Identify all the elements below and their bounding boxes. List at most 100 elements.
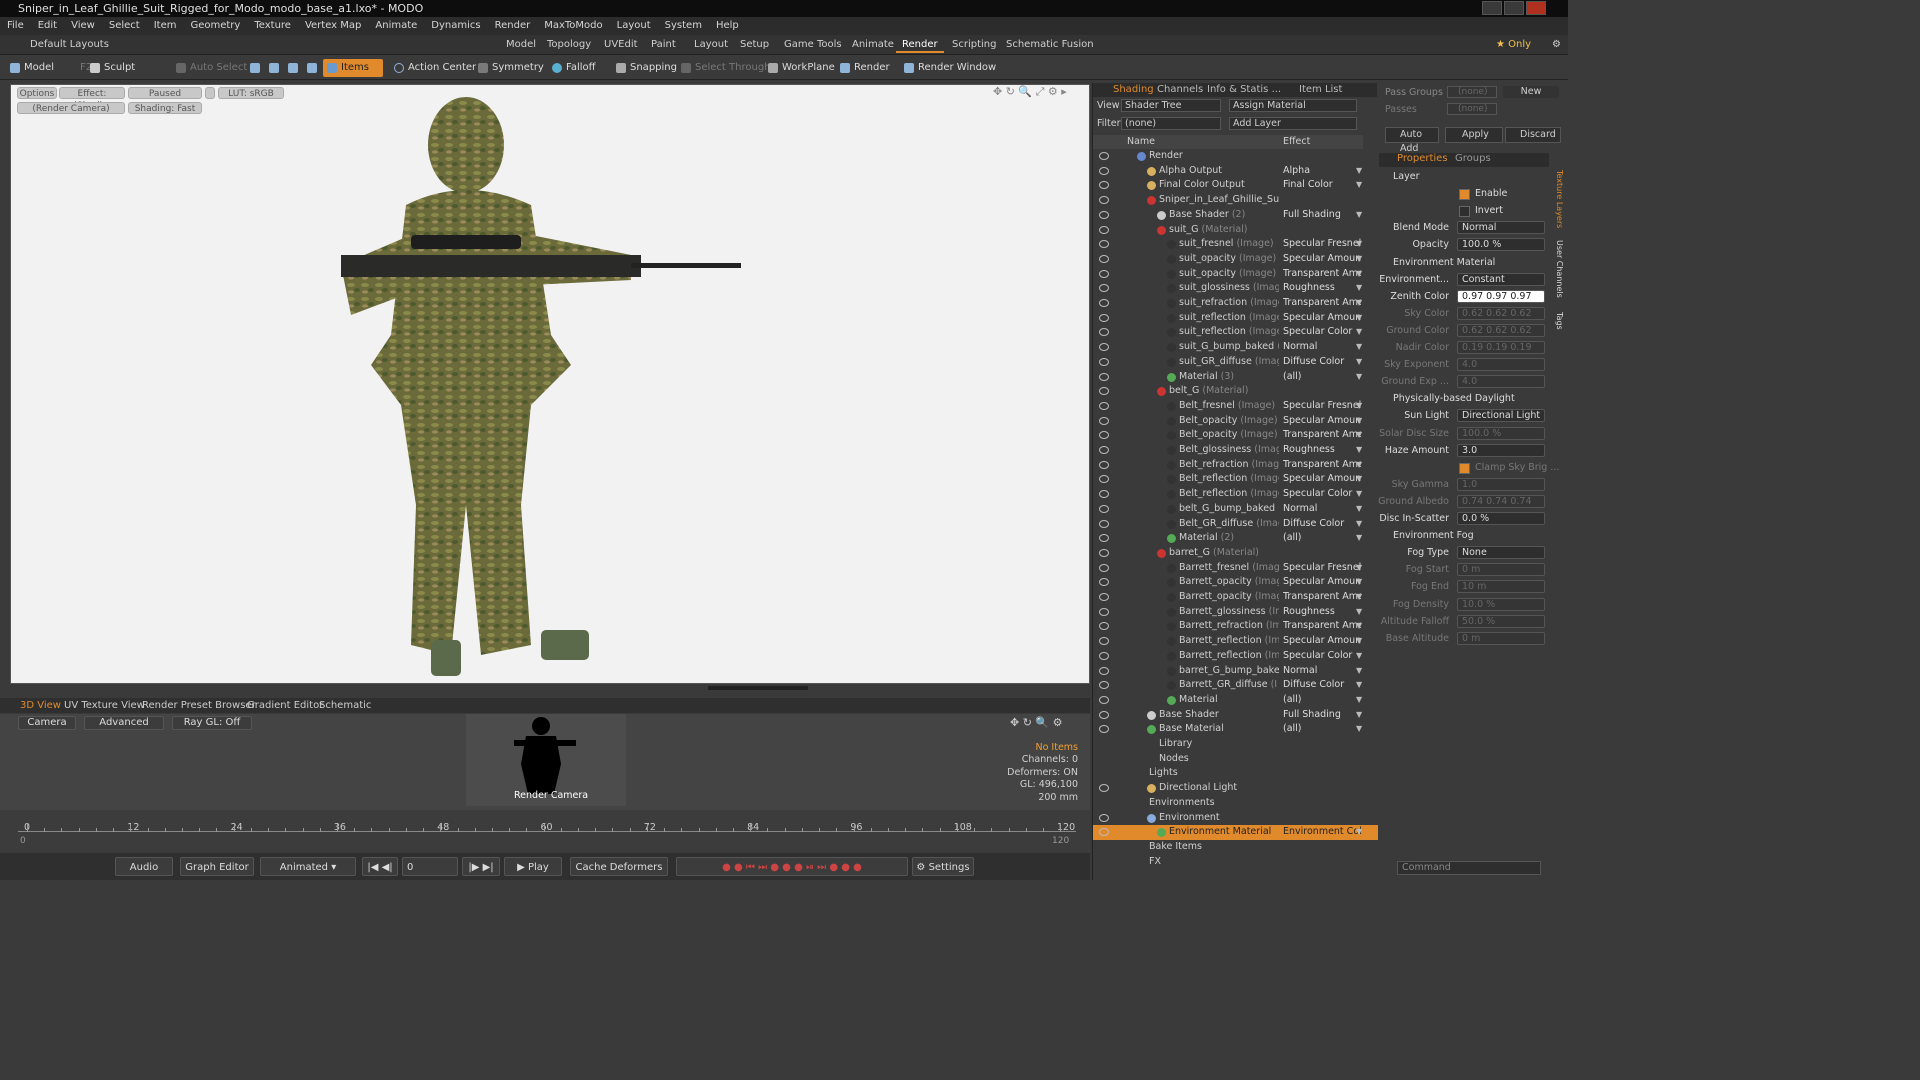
layer-effect[interactable]: Specular Amount [1283, 634, 1361, 649]
passes-dropdown[interactable]: (none) [1447, 103, 1497, 115]
material-mode-icon[interactable] [303, 59, 321, 77]
visibility-eye-icon[interactable] [1099, 813, 1109, 822]
shader-tree-row[interactable]: suit_opacity (Image) Transparent Amo ...▼ [1093, 267, 1378, 282]
effect-dropdown-icon[interactable]: ▼ [1356, 619, 1362, 634]
shader-tree-row[interactable]: Barrett_opacity (Image) Transparent Amo .… [1093, 590, 1378, 605]
close-button[interactable] [1526, 1, 1546, 15]
shader-tree-row[interactable]: Barrett_glossiness (Im ... Roughness▼ [1093, 605, 1378, 620]
shader-tree-row[interactable]: Environments [1093, 796, 1378, 811]
shader-tree-row[interactable]: suit_refraction (Image) Transparent Amo .… [1093, 296, 1378, 311]
only-toggle[interactable]: ★ Only [1490, 37, 1537, 53]
effect-dropdown-icon[interactable]: ▼ [1356, 296, 1362, 311]
effect-dropdown-icon[interactable]: ▼ [1356, 561, 1362, 576]
property-value-field[interactable]: 0 m [1457, 563, 1545, 577]
shader-tree-row[interactable]: Belt_fresnel (Image) Specular Fresnel ▼ [1093, 399, 1378, 414]
property-value-field[interactable]: None [1457, 546, 1545, 560]
shader-tree-row[interactable]: Barrett_fresnel (Image) Specular Fresnel▼ [1093, 561, 1378, 576]
effect-dropdown-icon[interactable]: ▼ [1356, 722, 1362, 737]
visibility-eye-icon[interactable] [1099, 666, 1109, 675]
bottom-tab-render-preset-browser[interactable]: Render Preset Browser [142, 699, 256, 712]
layer-effect[interactable]: Environment Color [1283, 825, 1361, 840]
property-value-field[interactable]: 100.0 % [1457, 238, 1545, 252]
menu-render[interactable]: Render [488, 17, 538, 35]
visibility-eye-icon[interactable] [1099, 269, 1109, 278]
layout-tab-schematic-fusion[interactable]: Schematic Fusion [1000, 37, 1100, 53]
layout-tab-topology[interactable]: Topology [541, 37, 597, 53]
effect-dropdown-icon[interactable]: ▼ [1356, 399, 1362, 414]
frame-input[interactable]: 0 [402, 857, 458, 876]
layer-effect[interactable]: Transparent Amo ... [1283, 428, 1361, 443]
shader-tree-row[interactable]: Barrett_GR_diffuse (I ... Diffuse Color▼ [1093, 678, 1378, 693]
visibility-eye-icon[interactable] [1099, 196, 1109, 205]
layer-effect[interactable]: Specular Color [1283, 649, 1361, 664]
effect-dropdown-icon[interactable]: ▼ [1356, 590, 1362, 605]
visibility-eye-icon[interactable] [1099, 181, 1109, 190]
shader-tree-row[interactable]: barret_G_bump_bake ... Normal▼ [1093, 664, 1378, 679]
layout-tab-scripting[interactable]: Scripting [946, 37, 1002, 53]
user-channels-tab[interactable]: User Channels [1552, 240, 1564, 298]
layout-tab-animate[interactable]: Animate [846, 37, 900, 53]
menu-texture[interactable]: Texture [247, 17, 298, 35]
effect-dropdown-icon[interactable]: ▼ [1356, 693, 1362, 708]
tab-properties[interactable]: Properties [1397, 153, 1448, 164]
visibility-eye-icon[interactable] [1099, 299, 1109, 307]
gear-icon[interactable]: ⚙ [1546, 37, 1567, 53]
shader-tree-row[interactable]: suit_glossiness (Image) Roughness▼ [1093, 281, 1378, 296]
effect-dropdown-icon[interactable]: ▼ [1356, 605, 1362, 620]
bottom-tab-schematic[interactable]: Schematic [319, 699, 371, 712]
visibility-eye-icon[interactable] [1099, 343, 1109, 352]
default-layouts-dropdown[interactable]: Default Layouts [24, 37, 115, 53]
falloff-button[interactable]: Falloff [548, 59, 602, 77]
menu-view[interactable]: View [64, 17, 102, 35]
property-value-field[interactable]: 10 m [1457, 580, 1545, 594]
visibility-eye-icon[interactable] [1099, 681, 1109, 690]
layer-effect[interactable]: Specular Fresnel [1283, 399, 1361, 414]
effect-dropdown-icon[interactable]: ▼ [1356, 164, 1362, 179]
auto-select-button[interactable]: Auto Select [172, 59, 253, 77]
symmetry-button[interactable]: Symmetry [474, 59, 550, 77]
snapping-button[interactable]: Snapping [612, 59, 683, 77]
polygon-mode-icon[interactable] [284, 59, 302, 77]
effect-dropdown-icon[interactable]: ▼ [1356, 178, 1362, 193]
layer-effect[interactable]: Specular Amount [1283, 252, 1361, 267]
3d-viewport[interactable]: Options Effect: (Shadi... Paused LUT: sR… [10, 84, 1090, 684]
property-value-field[interactable]: 0.97 0.97 0.97 [1457, 289, 1545, 303]
layer-effect[interactable]: (all) [1283, 370, 1361, 385]
shader-tree-row[interactable]: Barrett_reflection (Im ... Specular Amoun… [1093, 634, 1378, 649]
effect-dropdown-icon[interactable]: ▼ [1356, 414, 1362, 429]
shader-tree-row[interactable]: FX [1093, 855, 1378, 870]
visibility-eye-icon[interactable] [1099, 225, 1109, 234]
visibility-eye-icon[interactable] [1099, 637, 1109, 646]
command-input[interactable]: Command [1397, 861, 1541, 875]
menu-item[interactable]: Item [147, 17, 184, 35]
layer-effect[interactable]: Specular Amount [1283, 575, 1361, 590]
shader-tree-row[interactable]: Barrett_refraction (Im ... Transparent Am… [1093, 619, 1378, 634]
property-value-field[interactable]: 0.62 0.62 0.62 [1457, 306, 1545, 320]
tab-groups[interactable]: Groups [1455, 153, 1491, 164]
viewport-scrollbar[interactable] [708, 686, 808, 690]
shading-tab-shading[interactable]: Shading [1113, 83, 1154, 97]
shader-tree-row[interactable]: Environment Material Environment Color▼ [1093, 825, 1378, 840]
tags-tab[interactable]: Tags [1552, 312, 1564, 330]
shader-tree-row[interactable]: suit_opacity (Image) (2) Specular Amount▼ [1093, 252, 1378, 267]
bottom-tab-uv-texture-view[interactable]: UV Texture View [64, 699, 145, 712]
workplane-button[interactable]: WorkPlane [764, 59, 841, 77]
layer-effect[interactable]: Roughness [1283, 605, 1361, 620]
layer-effect[interactable]: Diffuse Color [1283, 517, 1361, 532]
shader-tree-row[interactable]: Belt_GR_diffuse (Image) Diffuse Color▼ [1093, 517, 1378, 532]
visibility-eye-icon[interactable] [1099, 284, 1109, 293]
bottom-tab-gradient-editor[interactable]: Gradient Editor [247, 699, 323, 712]
shader-tree-row[interactable]: Final Color Output Final Color ▼ [1093, 178, 1378, 193]
visibility-eye-icon[interactable] [1099, 210, 1109, 219]
pass-groups-dropdown[interactable]: (none) [1447, 86, 1497, 98]
action-center-button[interactable]: Action Center [390, 59, 482, 77]
select-through-button[interactable]: Select Through [677, 59, 777, 77]
menu-dynamics[interactable]: Dynamics [424, 17, 487, 35]
visibility-eye-icon[interactable] [1099, 607, 1109, 616]
shader-tree-row[interactable]: Bake Items [1093, 840, 1378, 855]
shader-tree-row[interactable]: Belt_glossiness (Image) Roughness▼ [1093, 443, 1378, 458]
camera-button[interactable]: Camera [18, 716, 76, 730]
effect-dropdown-icon[interactable]: ▼ [1356, 252, 1362, 267]
menu-select[interactable]: Select [102, 17, 147, 35]
next-key-buttons[interactable]: |▶ ▶| [462, 857, 500, 876]
